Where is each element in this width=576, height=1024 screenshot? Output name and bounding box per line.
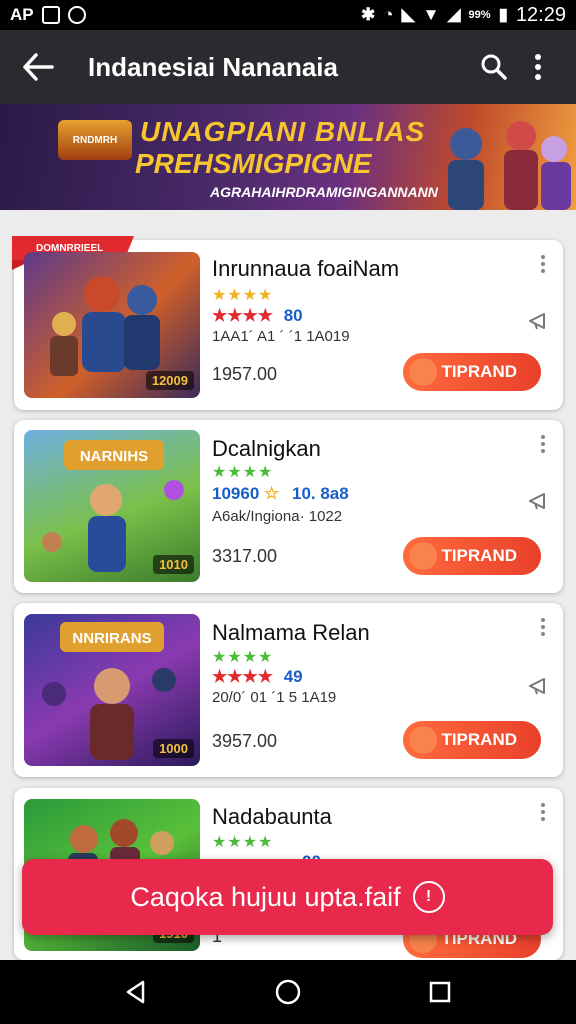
- system-nav-bar: [0, 960, 576, 1024]
- star-rating: ★★★★: [212, 287, 274, 304]
- app-meta: 20/0´ 01 ´1 5 1A19: [212, 689, 337, 706]
- rating-value: 80: [283, 306, 303, 325]
- rating-summary: ★★★★ 80: [212, 306, 303, 326]
- more-options-button[interactable]: [516, 45, 560, 89]
- banner-headline-2: PREHSMIGPIGNE: [135, 148, 372, 179]
- sync-icon: ◔: [383, 5, 394, 24]
- banner-characters-art: [448, 121, 571, 210]
- card-more-button[interactable]: [533, 800, 553, 824]
- rating-stars: ★★★★: [212, 667, 273, 686]
- search-button[interactable]: [472, 45, 516, 89]
- share-icon[interactable]: [527, 675, 549, 697]
- nav-home-icon: [275, 979, 301, 1005]
- back-button[interactable]: [16, 45, 60, 89]
- status-bar-right: ✱ ◔ ◣ ▼ ◢ 99% ▮ 12:29: [361, 4, 566, 27]
- card-more-button[interactable]: [533, 615, 553, 639]
- battery-percent: 99%: [468, 8, 491, 21]
- banner-logo: RNDMRH: [58, 120, 132, 160]
- rating-value: 10. 8a8: [292, 484, 349, 503]
- install-button[interactable]: TIPRAND: [403, 721, 541, 759]
- toast-text: Caqoka hujuu upta.faif: [130, 881, 401, 912]
- app-card[interactable]: NNRIRANS 1000 Nalmama Relan ★★★★ ★★★★ 49…: [14, 603, 563, 777]
- app-title: Nalmama Relan: [212, 620, 370, 645]
- app-meta: A6ak/Ingiona· 1022: [212, 508, 343, 525]
- rating-value: 49: [283, 667, 303, 686]
- status-bar-left: AP: [10, 5, 86, 25]
- nav-back-button[interactable]: [106, 967, 166, 1017]
- app-thumbnail[interactable]: NNRIRANS 1000: [24, 614, 200, 766]
- app-bar: Indanesiai Nananaia: [0, 30, 576, 104]
- search-icon: [481, 54, 507, 80]
- nav-recents-button[interactable]: [410, 967, 470, 1017]
- nav-back-icon: [126, 980, 145, 1004]
- arrow-left-icon: [23, 53, 54, 81]
- thumbnail-logo-text: NARNIHS: [80, 448, 148, 465]
- thumbnail-badge: 12009: [145, 371, 194, 390]
- card-more-button[interactable]: [533, 432, 553, 456]
- app-price: 1957.00: [212, 364, 278, 384]
- app-price: 3317.00: [212, 546, 278, 566]
- app-card[interactable]: NARNIHS 1010 Dcalnigkan ★★★★ 10960 ☆ 10.…: [14, 420, 563, 593]
- app-title: Dcalnigkan: [212, 436, 321, 461]
- star-rating: ★★★★: [212, 834, 274, 851]
- thumbnail-badge: 1010: [153, 555, 194, 574]
- app-title: Inrunnaua foaiNam: [212, 256, 400, 281]
- battery-icon: ▮: [498, 5, 508, 24]
- share-icon[interactable]: [527, 490, 549, 512]
- app-price: 3957.00: [212, 731, 278, 751]
- status-bar: AP ✱ ◔ ◣ ▼ ◢ 99% ▮ 12:29: [0, 0, 576, 30]
- page-title: Indanesiai Nananaia: [88, 51, 338, 82]
- thumbnail-badge: 1000: [153, 739, 194, 758]
- install-button[interactable]: TIPRAND: [403, 353, 541, 391]
- nav-home-button[interactable]: [258, 967, 318, 1017]
- star-icon: ☆: [264, 484, 280, 503]
- rating-count: 10960: [212, 484, 260, 503]
- status-left-text: AP: [10, 5, 34, 24]
- rating-stars: ★★★★: [212, 306, 273, 325]
- app-card[interactable]: 8 DOMNRRIEEL 12009 Inrunnaua foaiNam ★★★…: [12, 236, 563, 410]
- install-button[interactable]: TIPRAND: [403, 537, 541, 575]
- rating-summary: ★★★★ 49: [212, 667, 303, 687]
- signal-icon: ◢: [447, 5, 461, 24]
- nav-recents-icon: [429, 981, 451, 1003]
- app-thumbnail[interactable]: 12009: [24, 252, 200, 398]
- thumbnail-logo-text: NNRIRANS: [72, 630, 151, 647]
- card-more-button[interactable]: [533, 252, 553, 276]
- nfc-icon: ◣: [401, 5, 415, 24]
- toast-message[interactable]: Caqoka hujuu upta.faif !: [22, 859, 553, 935]
- wifi-icon: ▼: [422, 5, 440, 24]
- banner-headline: UNAGPIANI BNLIAS: [140, 116, 426, 147]
- promo-banner[interactable]: RNDMRH UNAGPIANI BNLIAS PREHSMIGPIGNE AG…: [0, 104, 576, 210]
- banner-subtitle: AGRAHAIHRDRAMIGINGANNANN: [210, 184, 438, 200]
- star-rating: ★★★★: [212, 464, 274, 481]
- star-rating: ★★★★: [212, 649, 274, 666]
- app-meta: 1AA1´ A1 ´ ´1 1A019: [212, 328, 350, 345]
- app-notification-icon: [67, 6, 86, 24]
- app-thumbnail[interactable]: NARNIHS 1010: [24, 430, 200, 582]
- clock: 12:29: [515, 3, 566, 26]
- more-vert-icon: [535, 54, 541, 80]
- info-icon: !: [412, 881, 445, 913]
- share-icon[interactable]: [527, 310, 549, 332]
- image-notification-icon: [41, 6, 60, 24]
- bluetooth-icon: ✱: [361, 5, 376, 24]
- app-title: Nadabaunta: [212, 804, 332, 829]
- rating-summary: 10960 ☆ 10. 8a8: [212, 484, 349, 504]
